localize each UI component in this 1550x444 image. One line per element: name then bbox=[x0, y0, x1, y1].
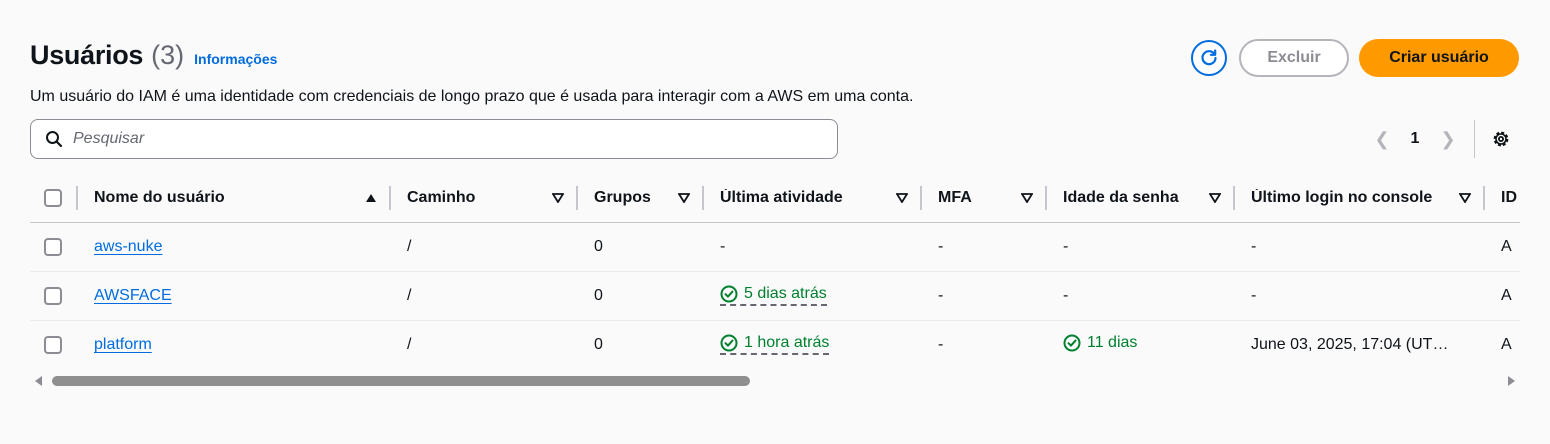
groups-cell: 0 bbox=[594, 287, 603, 304]
header-actions: Excluir Criar usuário bbox=[1191, 39, 1519, 77]
last-activity-cell: 5 dias atrás bbox=[704, 272, 922, 321]
search-icon bbox=[46, 131, 63, 148]
table-row: AWSFACE / 0 5 dias atrás - - - A bbox=[30, 272, 1520, 321]
password-age-cell: - bbox=[1063, 287, 1069, 304]
column-header-mfa[interactable]: MFA bbox=[922, 173, 1047, 223]
page-description: Um usuário do IAM é uma identidade com c… bbox=[30, 88, 914, 105]
mfa-cell: - bbox=[938, 238, 944, 255]
sort-icon bbox=[896, 192, 908, 203]
refresh-icon bbox=[1201, 49, 1217, 66]
path-cell: / bbox=[407, 287, 412, 304]
last-login-cell: June 03, 2025, 17:04 (UTC-03:00) bbox=[1235, 321, 1485, 370]
groups-cell: 0 bbox=[594, 238, 603, 255]
username-link[interactable]: platform bbox=[94, 336, 152, 353]
password-age-status: 11 dias bbox=[1063, 334, 1137, 352]
column-header-last-activity[interactable]: Última atividade bbox=[704, 173, 922, 223]
column-header-password-age[interactable]: Idade da senha bbox=[1047, 173, 1235, 223]
create-user-button[interactable]: Criar usuário bbox=[1359, 39, 1519, 77]
column-header-id[interactable]: ID bbox=[1485, 173, 1520, 223]
users-table: Nome do usuário Caminho Grupos Última at… bbox=[30, 173, 1520, 369]
gear-icon bbox=[1493, 131, 1509, 147]
scroll-left-icon[interactable] bbox=[35, 376, 42, 386]
pager-divider bbox=[1474, 120, 1475, 158]
check-circle-icon bbox=[720, 334, 738, 352]
username-link[interactable]: aws-nuke bbox=[94, 238, 162, 255]
row-checkbox[interactable] bbox=[44, 238, 62, 256]
password-age-cell: - bbox=[1063, 238, 1069, 255]
check-circle-icon bbox=[720, 285, 738, 302]
last-activity-status[interactable]: 1 hora atrás bbox=[720, 334, 830, 355]
scroll-right-icon[interactable] bbox=[1508, 376, 1515, 386]
username-link[interactable]: AWSFACE bbox=[94, 287, 172, 304]
page-title: Usuários bbox=[30, 40, 144, 70]
refresh-button[interactable] bbox=[1191, 40, 1227, 76]
select-all-header bbox=[30, 173, 78, 223]
previous-page-icon[interactable]: ❮ bbox=[1372, 129, 1392, 150]
path-cell: / bbox=[407, 238, 412, 255]
scrollbar-thumb[interactable] bbox=[52, 376, 750, 386]
sort-icon bbox=[552, 192, 564, 203]
sort-icon bbox=[1021, 192, 1033, 203]
last-activity-cell: - bbox=[720, 238, 726, 255]
id-cell: A bbox=[1501, 238, 1512, 255]
column-header-path[interactable]: Caminho bbox=[391, 173, 578, 223]
mfa-cell: - bbox=[938, 287, 944, 304]
user-count: (3) bbox=[151, 40, 185, 70]
id-cell: A bbox=[1501, 287, 1512, 304]
mfa-cell: - bbox=[938, 336, 944, 354]
password-age-cell: 11 dias bbox=[1047, 321, 1235, 370]
check-circle-icon bbox=[1063, 334, 1081, 352]
last-login-value: June 03, 2025, 17:04 (UTC-03:00) bbox=[1251, 336, 1451, 354]
sort-icon bbox=[1459, 192, 1471, 203]
next-page-icon[interactable]: ❯ bbox=[1438, 129, 1458, 150]
row-checkbox[interactable] bbox=[44, 336, 62, 355]
sort-icon bbox=[1209, 192, 1221, 203]
column-header-last-console-login[interactable]: Último login no console bbox=[1235, 173, 1485, 223]
search-placeholder: Pesquisar bbox=[73, 130, 145, 147]
last-login-cell: - bbox=[1251, 238, 1257, 255]
last-login-cell: - bbox=[1251, 287, 1257, 304]
last-activity-cell: 1 hora atrás bbox=[704, 321, 922, 370]
row-checkbox[interactable] bbox=[44, 287, 62, 305]
select-all-checkbox[interactable] bbox=[44, 188, 62, 207]
sort-ascending-icon bbox=[366, 193, 376, 202]
id-cell: A bbox=[1501, 336, 1512, 354]
settings-button[interactable] bbox=[1491, 129, 1511, 149]
table-row: aws-nuke / 0 - - - - A bbox=[30, 223, 1520, 272]
sort-icon bbox=[678, 192, 690, 203]
table-row: platform / 0 1 hora atrás - 11 dias June… bbox=[30, 321, 1520, 370]
column-header-groups[interactable]: Grupos bbox=[578, 173, 704, 223]
groups-cell: 0 bbox=[594, 336, 603, 354]
path-cell: / bbox=[407, 336, 412, 354]
page-header: Usuários (3) Informações bbox=[30, 40, 277, 71]
current-page[interactable]: 1 bbox=[1392, 130, 1438, 148]
pagination: ❮ 1 ❯ bbox=[1372, 120, 1511, 158]
search-input[interactable]: Pesquisar bbox=[30, 119, 838, 159]
column-header-username[interactable]: Nome do usuário bbox=[78, 173, 391, 223]
table-header-row: Nome do usuário Caminho Grupos Última at… bbox=[30, 173, 1520, 223]
horizontal-scrollbar[interactable] bbox=[32, 373, 1518, 389]
info-link[interactable]: Informações bbox=[194, 51, 277, 67]
last-activity-status[interactable]: 5 dias atrás bbox=[720, 285, 827, 306]
delete-button[interactable]: Excluir bbox=[1239, 39, 1349, 77]
